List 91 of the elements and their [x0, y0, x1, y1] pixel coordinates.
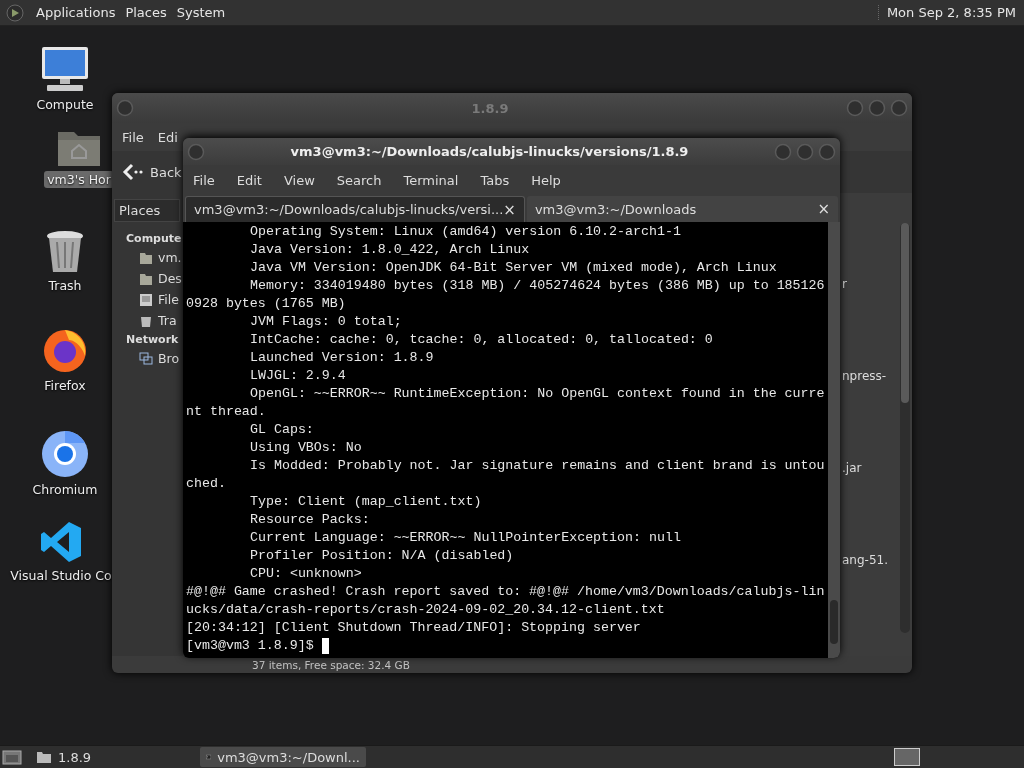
file-name[interactable]: r	[842, 277, 847, 291]
desktop-icon-label[interactable]: Firefox	[41, 377, 89, 394]
menu-item[interactable]: Edit	[236, 173, 273, 188]
sidebar-item[interactable]: Tra	[112, 310, 183, 331]
workspace-switcher[interactable]	[894, 748, 920, 766]
terminal-line: Operating System: Linux (amd64) version 6.10.2-arch1-1	[249, 223, 682, 241]
text-cursor	[321, 638, 329, 654]
terminal-line: Profiler Position: N/A (disabled)	[249, 547, 515, 565]
file-name[interactable]: npress-	[842, 369, 887, 383]
menu-item[interactable]: File	[193, 173, 226, 188]
menu-item[interactable]: File	[122, 129, 144, 145]
sidebar-heading: Network	[125, 332, 180, 348]
panel-menu[interactable]: System	[176, 5, 226, 20]
terminal-line: 0928 bytes (1765 MB)	[186, 295, 347, 313]
status-text: 37 items, Free space: 32.4 GB	[251, 658, 411, 673]
window-control-icon[interactable]	[846, 99, 864, 117]
terminal-line: [20:34:12] [Client Shutdown Thread/INFO]: Stopping server	[186, 619, 642, 637]
terminal-line: IntCache: cache: 0, tcache: 0, allocated: 0, tallocated: 0	[249, 331, 714, 349]
taskbar-button[interactable]: 1.8.9	[30, 747, 192, 767]
terminal-line: OpenGL: ~~ERROR~~ RuntimeException: No OpenGL context found in the curre	[249, 385, 826, 403]
menu-item[interactable]: Tabs	[480, 173, 521, 188]
desktop-icon-label[interactable]: Chromium	[29, 481, 101, 498]
tab-label[interactable]: vm3@vm3:~/Downloads	[534, 201, 697, 217]
window-title: 1.8.9	[470, 100, 510, 116]
scrollbar[interactable]	[828, 222, 840, 658]
tab-label[interactable]: vm3@vm3:~/Downloads/calubjs-linucks/versi...	[194, 202, 504, 217]
terminal-line: Launched Version: 1.8.9	[249, 349, 435, 367]
window-control-icon[interactable]	[868, 99, 886, 117]
terminal-line: Is Modded: Probably not. Jar signature remains and client brand is untou	[249, 457, 826, 475]
terminal-line: #@!@# Game crashed! Crash report saved to: #@!@# /home/vm3/Downloads/calubjs-lin	[186, 583, 826, 601]
menu-item[interactable]: Help	[531, 173, 572, 188]
terminal-prompt: [vm3@vm3 1.8.9]$	[186, 637, 314, 655]
desktop-icon-label[interactable]: Trash	[45, 277, 85, 294]
desktop-icon-label[interactable]: Visual Studio Co	[7, 567, 115, 584]
file-name[interactable]: .jar	[842, 461, 862, 475]
terminal-line: Using VBOs: No	[249, 439, 363, 457]
terminal-line: ched.	[186, 475, 227, 493]
folder-icon	[139, 271, 153, 286]
window-menu-icon[interactable]	[116, 99, 134, 117]
menu-item[interactable]: Terminal	[403, 173, 470, 188]
panel-menu[interactable]: Applications	[36, 5, 116, 20]
terminal-line: LWJGL: 2.9.4	[249, 367, 347, 385]
sidebar-item[interactable]: File	[112, 289, 183, 310]
clock[interactable]: Mon Sep 2, 8:35 PM	[877, 5, 1016, 20]
taskbar-button[interactable]: vm3@vm3:~/Downl...	[200, 747, 366, 767]
terminal-line: Memory: 334019480 bytes (318 MB) / 405274624 bytes (386 MB) up to 185126	[249, 277, 826, 295]
folder-icon	[139, 250, 153, 265]
panel-menu[interactable]: Places	[125, 5, 167, 20]
window-control-icon[interactable]	[818, 142, 836, 161]
terminal-line: Java Version: 1.8.0_422, Arch Linux	[249, 241, 531, 259]
close-tab-button[interactable]: ×	[503, 200, 516, 219]
terminal-line: CPU: <unknown>	[249, 565, 363, 583]
terminal-line: Java VM Version: OpenJDK 64-Bit Server VM (mixed mode), Arch Linux	[249, 259, 778, 277]
network-icon	[139, 351, 153, 366]
places-dropdown[interactable]: Places	[114, 199, 180, 222]
folder-icon	[36, 750, 52, 764]
window-control-icon[interactable]	[796, 142, 814, 161]
terminal-line: GL Caps:	[249, 421, 315, 439]
sidebar-item[interactable]: vm.	[112, 247, 183, 268]
window-control-icon[interactable]	[774, 142, 792, 161]
window-control-icon[interactable]	[890, 99, 908, 117]
terminal-tab[interactable]: vm3@vm3:~/Downloads ×	[526, 196, 838, 222]
trash-icon[interactable]	[45, 230, 85, 274]
chromium-icon[interactable]	[41, 430, 89, 478]
scrollbar[interactable]	[900, 223, 910, 633]
desktop-icon-label[interactable]: vm3's Hor	[44, 171, 114, 188]
terminal-line: nt thread.	[186, 403, 267, 421]
menu-logo-icon[interactable]	[6, 3, 24, 22]
file-name[interactable]: ang-51.	[842, 553, 888, 567]
drive-icon	[139, 292, 153, 307]
sidebar-item[interactable]: Bro	[112, 348, 183, 369]
sidebar-heading: Compute	[125, 231, 183, 247]
back-button[interactable]: Back	[120, 161, 184, 183]
terminal-line: JVM Flags: 0 total;	[249, 313, 403, 331]
show-desktop-icon[interactable]	[2, 749, 22, 765]
terminal-line: Type: Client (map_client.txt)	[249, 493, 483, 511]
menu-item[interactable]: View	[283, 173, 326, 188]
sidebar-item[interactable]: Des	[112, 268, 183, 289]
terminal-line: ucks/data/crash-reports/crash-2024-09-02_20.34.12-client.txt	[186, 601, 666, 619]
computer-icon[interactable]	[39, 45, 91, 93]
terminal-line: Current Language: ~~ERROR~~ NullPointerException: null	[249, 529, 682, 547]
window-title: vm3@vm3:~/Downloads/calubjs-linucks/versions/1.8.9	[289, 144, 690, 159]
terminal-tab[interactable]: vm3@vm3:~/Downloads/calubjs-linucks/versi...×	[185, 196, 525, 222]
menu-item[interactable]: Edi	[157, 129, 178, 145]
menu-item[interactable]: Search	[336, 173, 393, 188]
window-menu-icon[interactable]	[187, 142, 205, 161]
back-arrow-icon	[122, 163, 144, 181]
close-tab-button[interactable]: ×	[817, 200, 830, 218]
code-editor-icon[interactable]	[39, 520, 83, 564]
terminal-line: Resource Packs:	[249, 511, 371, 529]
desktop-icon-label[interactable]: Compute	[33, 96, 97, 113]
